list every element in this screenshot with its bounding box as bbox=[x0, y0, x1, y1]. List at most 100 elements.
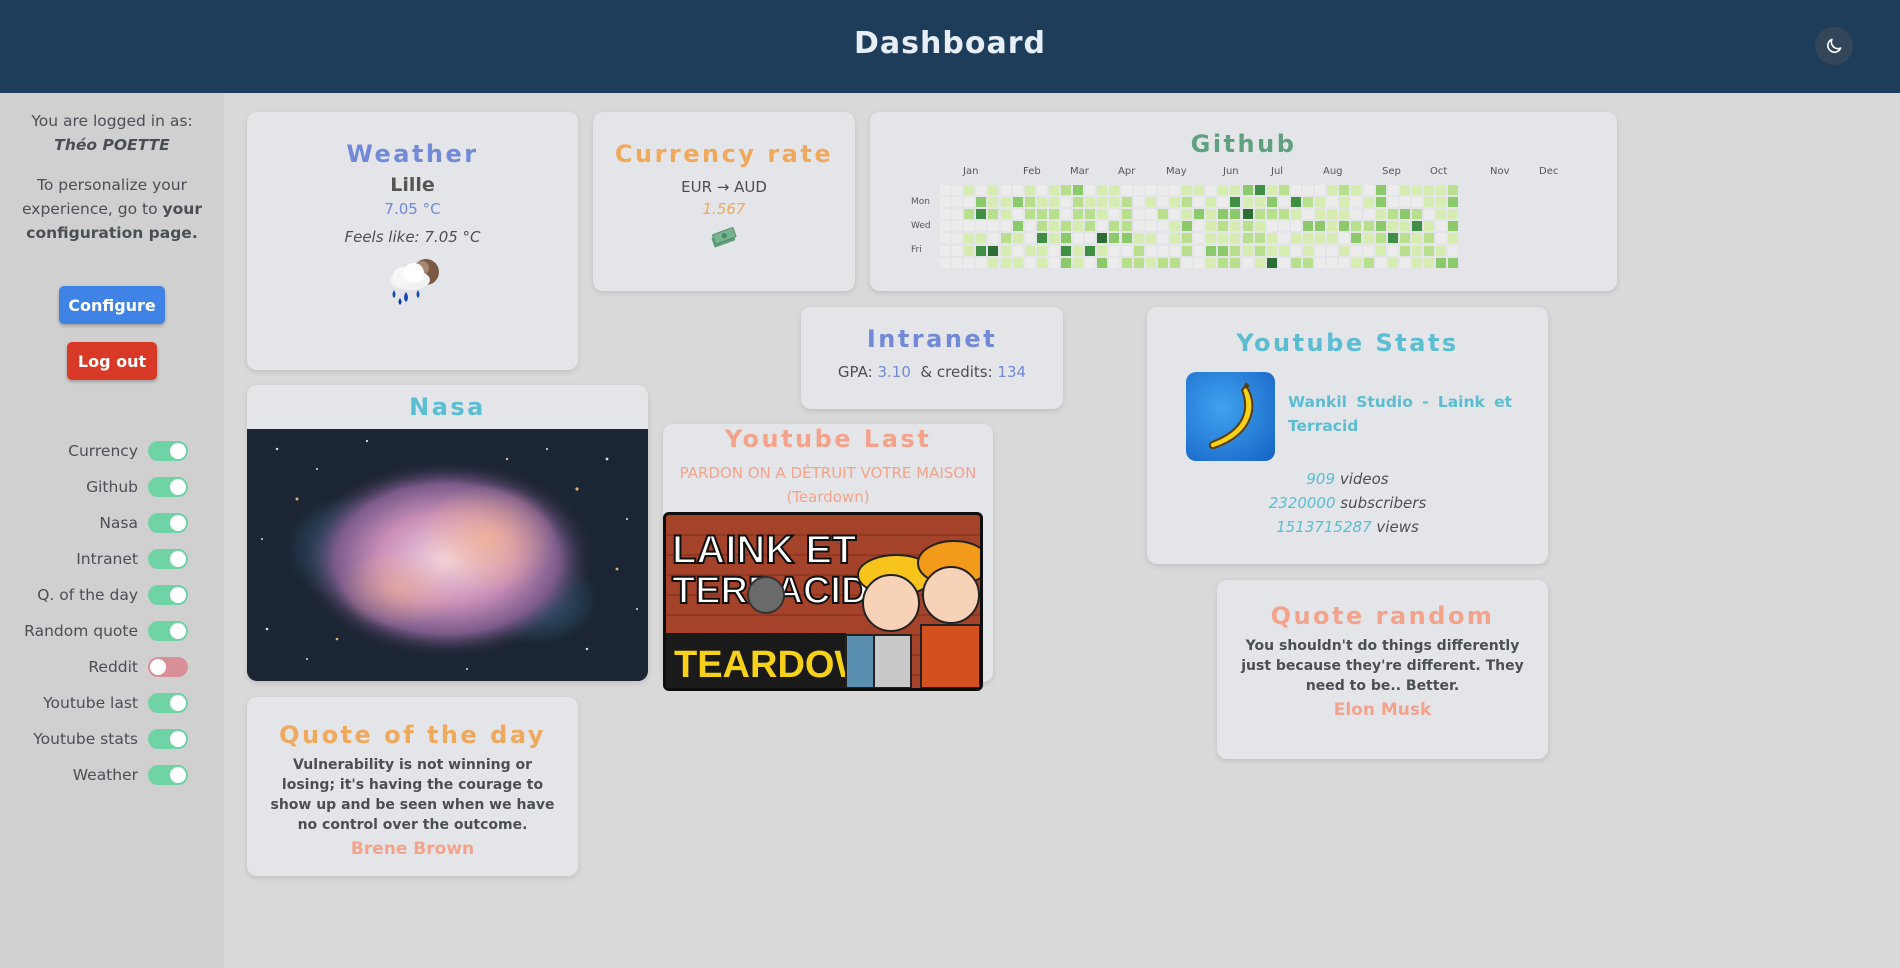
contribution-cell bbox=[1000, 233, 1011, 244]
nasa-image[interactable] bbox=[247, 429, 648, 681]
intranet-title: Intranet bbox=[866, 325, 998, 353]
theme-toggle-button[interactable] bbox=[1815, 27, 1853, 65]
subscriber-count-row: 2320000 subscribers bbox=[1147, 491, 1548, 515]
contribution-cell bbox=[1315, 185, 1326, 195]
contribution-cell bbox=[1375, 197, 1386, 208]
contribution-cell bbox=[1157, 185, 1168, 195]
contribution-cell bbox=[1411, 221, 1422, 232]
contribution-cell bbox=[1085, 197, 1096, 208]
contribution-cell bbox=[964, 245, 975, 256]
month-label: Aug bbox=[1323, 166, 1343, 177]
contribution-cell bbox=[1424, 257, 1434, 268]
toggle-switch-github[interactable] bbox=[148, 477, 188, 497]
contribution-cell bbox=[1315, 245, 1326, 256]
toggle-row-nasa: Nasa bbox=[0, 505, 224, 541]
contribution-cell bbox=[1012, 245, 1023, 256]
contribution-cell bbox=[1411, 209, 1422, 220]
contribution-cell bbox=[1411, 197, 1422, 208]
logout-button[interactable]: Log out bbox=[67, 342, 157, 380]
configure-button[interactable]: Configure bbox=[59, 286, 165, 324]
view-count: 1513715287 bbox=[1276, 518, 1372, 536]
contribution-cell bbox=[952, 233, 963, 244]
contribution-cell bbox=[1145, 257, 1156, 268]
contribution-cell bbox=[1194, 209, 1205, 220]
contribution-cell bbox=[1254, 185, 1265, 195]
toggle-switch-reddit[interactable] bbox=[148, 657, 188, 677]
quote-random-title: Quote random bbox=[1270, 602, 1495, 630]
contribution-cell bbox=[1157, 209, 1168, 220]
quote-random-author: Elon Musk bbox=[1333, 700, 1432, 720]
toggle-label: Currency bbox=[68, 442, 138, 460]
toggle-switch-intranet[interactable] bbox=[148, 549, 188, 569]
contribution-cell bbox=[988, 233, 999, 244]
weather-feels-like: Feels like: 7.05 °C bbox=[344, 228, 481, 246]
contribution-cell bbox=[1206, 209, 1217, 220]
quote-random-card: Quote random You shouldn't do things dif… bbox=[1217, 580, 1548, 759]
nebula-image bbox=[247, 429, 648, 681]
video-title[interactable]: PARDON ON A DÉTRUIT VOTRE MAISON (Teardo… bbox=[663, 461, 993, 509]
contribution-cell bbox=[1327, 245, 1338, 256]
toggle-label: Reddit bbox=[88, 658, 138, 676]
video-thumbnail[interactable]: LAINK ET TERRACID TEARDOWN bbox=[663, 512, 983, 691]
contribution-cell bbox=[1436, 245, 1447, 256]
contribution-cell bbox=[940, 221, 950, 232]
header-bar: Dashboard bbox=[0, 0, 1900, 93]
contribution-cell bbox=[1448, 245, 1459, 256]
contribution-cell bbox=[1061, 257, 1071, 268]
contribution-cell bbox=[1121, 233, 1132, 244]
contribution-cell bbox=[940, 209, 950, 220]
contribution-cell bbox=[1121, 221, 1132, 232]
thumbnail-image: LAINK ET TERRACID TEARDOWN bbox=[666, 515, 980, 688]
contribution-cell bbox=[1266, 257, 1277, 268]
contribution-cell bbox=[1363, 233, 1374, 244]
contribution-cell bbox=[1351, 185, 1362, 195]
toggle-switch-nasa[interactable] bbox=[148, 513, 188, 533]
contribution-cell bbox=[1157, 245, 1168, 256]
toggle-switch-youtube-last[interactable] bbox=[148, 693, 188, 713]
nasa-title: Nasa bbox=[409, 393, 486, 421]
month-label: Apr bbox=[1118, 166, 1136, 177]
contribution-cell bbox=[1206, 221, 1217, 232]
video-count: 909 bbox=[1306, 470, 1336, 488]
contribution-cell bbox=[1109, 197, 1120, 208]
toggle-label: Weather bbox=[72, 766, 138, 784]
quote-of-day-author: Brene Brown bbox=[350, 839, 475, 859]
contribution-cell bbox=[1230, 233, 1241, 244]
contribution-cell bbox=[1024, 233, 1035, 244]
contribution-cell bbox=[1012, 257, 1023, 268]
contribution-cell bbox=[1061, 245, 1071, 256]
toggle-switch-quote-of-day[interactable] bbox=[148, 585, 188, 605]
toggle-switch-youtube-stats[interactable] bbox=[148, 729, 188, 749]
contribution-cell bbox=[1254, 257, 1265, 268]
toggle-switch-random-quote[interactable] bbox=[148, 621, 188, 641]
currency-pair: EUR → AUD bbox=[681, 178, 767, 196]
contribution-cell bbox=[1399, 197, 1410, 208]
contribution-cell bbox=[1145, 221, 1156, 232]
toggle-switch-currency[interactable] bbox=[148, 441, 188, 461]
toggle-row-youtube-last: Youtube last bbox=[0, 685, 224, 721]
contribution-cell bbox=[1145, 185, 1156, 195]
contribution-cell bbox=[1290, 185, 1301, 195]
credits-value: 134 bbox=[997, 363, 1027, 381]
contribution-cell bbox=[1024, 245, 1035, 256]
contribution-cell bbox=[1363, 197, 1374, 208]
contribution-cell bbox=[1254, 209, 1265, 220]
contribution-cell bbox=[1036, 245, 1047, 256]
contribution-cell bbox=[1303, 245, 1313, 256]
currency-title: Currency rate bbox=[614, 140, 834, 168]
contribution-cell bbox=[1048, 257, 1059, 268]
contribution-cell bbox=[1036, 209, 1047, 220]
contribution-cell bbox=[1073, 233, 1084, 244]
contribution-cell bbox=[1169, 245, 1180, 256]
contribution-cell bbox=[1351, 197, 1362, 208]
channel-name[interactable]: Wankil Studio - Laink et Terracid bbox=[1288, 390, 1512, 438]
toggle-label: Youtube stats bbox=[33, 730, 138, 748]
contribution-cell bbox=[1000, 221, 1011, 232]
toggle-row-weather: Weather bbox=[0, 757, 224, 793]
intranet-card: Intranet GPA: 3.10 & credits: 134 bbox=[801, 307, 1063, 409]
contribution-cell bbox=[1327, 197, 1338, 208]
weather-city: Lille bbox=[390, 174, 435, 196]
contribution-cell bbox=[1061, 221, 1071, 232]
toggle-switch-weather[interactable] bbox=[148, 765, 188, 785]
contribution-cell bbox=[1145, 197, 1156, 208]
